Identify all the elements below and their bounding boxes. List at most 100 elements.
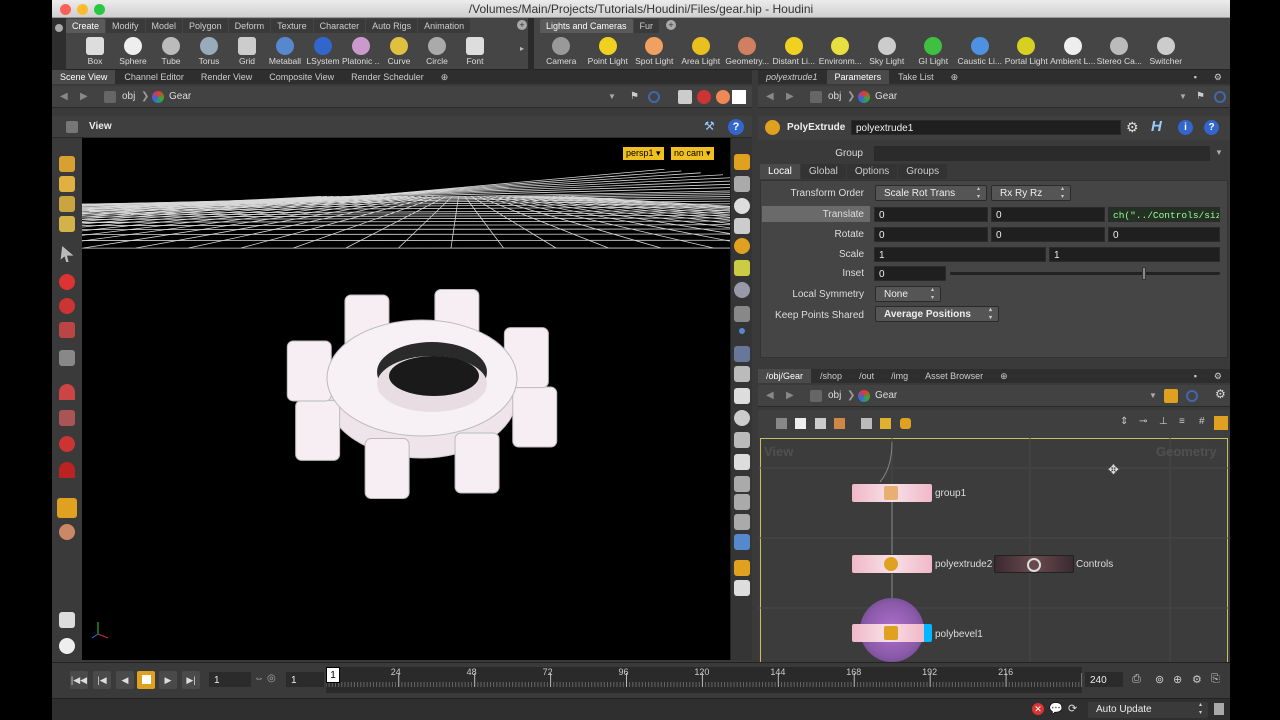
shading-icon[interactable] bbox=[734, 198, 750, 214]
keyframe-icon[interactable]: ⊚ bbox=[1155, 673, 1164, 686]
backface-icon[interactable] bbox=[734, 410, 750, 426]
inset-slider-thumb[interactable] bbox=[1141, 267, 1146, 280]
performance-icon[interactable] bbox=[1214, 703, 1224, 715]
add-shelf-tab-icon-2[interactable]: + bbox=[666, 20, 676, 30]
timeline-track[interactable]: 24 48 72 96 120 144 168 192 216 1 bbox=[325, 667, 1083, 693]
add-pane-tab-icon[interactable]: ⊕ bbox=[433, 70, 457, 84]
select-edges-icon[interactable] bbox=[59, 216, 75, 232]
net-path-node[interactable]: Gear bbox=[875, 389, 897, 403]
network-editor[interactable]: View Geometry ✥ group1 polyextrude2 Cont… bbox=[758, 438, 1230, 662]
stop-button[interactable] bbox=[137, 671, 155, 689]
tool-box[interactable]: Box bbox=[76, 35, 114, 69]
scope-icon[interactable]: ⚙ bbox=[1192, 673, 1202, 686]
scale-tool-icon[interactable] bbox=[59, 322, 75, 338]
transform-order-menu[interactable]: Scale Rot Trans bbox=[875, 185, 987, 201]
snapshot-icon[interactable] bbox=[734, 454, 750, 470]
tool-circle[interactable]: Circle bbox=[418, 35, 456, 69]
tool-distant-li[interactable]: Distant Li... bbox=[771, 35, 818, 69]
pane-maximize-icon[interactable]: ▪ bbox=[1186, 369, 1205, 383]
net-list-view-icon[interactable]: ≡ bbox=[1179, 416, 1185, 427]
net-snap-icon[interactable] bbox=[1214, 416, 1228, 430]
params-forward-icon[interactable]: ▶ bbox=[786, 90, 794, 104]
audio-icon[interactable]: ⎙ bbox=[1132, 673, 1141, 686]
info-icon[interactable]: i bbox=[1178, 120, 1193, 135]
tool-geometry[interactable]: Geometry... bbox=[724, 35, 771, 69]
net-align-icon[interactable]: ⊸ bbox=[1139, 416, 1147, 427]
tool-caustic-li[interactable]: Caustic Li... bbox=[957, 35, 1004, 69]
params-back-icon[interactable]: ◀ bbox=[766, 90, 774, 104]
add-shelf-tab-icon[interactable]: + bbox=[517, 20, 527, 30]
tool-torus[interactable]: Torus bbox=[190, 35, 228, 69]
frame-range-icon[interactable]: ⇔ bbox=[254, 673, 264, 684]
guides-icon[interactable] bbox=[734, 388, 750, 404]
pane-tab-img[interactable]: /img bbox=[883, 369, 916, 383]
view-menu-icon[interactable] bbox=[66, 121, 78, 133]
start-frame-field[interactable]: 1 bbox=[286, 672, 324, 687]
pane-tab-channel-editor[interactable]: Channel Editor bbox=[116, 70, 192, 84]
net-folder-icon[interactable] bbox=[900, 418, 911, 429]
shelf-tab-auto-rigs[interactable]: Auto Rigs bbox=[366, 19, 418, 33]
snap-icon[interactable]: ⚒ bbox=[704, 119, 715, 133]
close-window-button[interactable] bbox=[60, 4, 71, 15]
view-tool-icon[interactable] bbox=[57, 498, 77, 518]
scale-x-field[interactable]: 1 bbox=[874, 247, 1046, 262]
net-back-icon[interactable]: ◀ bbox=[766, 389, 774, 403]
path-dropdown-icon[interactable]: ▼ bbox=[608, 90, 616, 104]
select-points-icon[interactable] bbox=[59, 196, 75, 212]
play-reverse-button[interactable]: ◀ bbox=[116, 671, 134, 689]
normals-icon[interactable] bbox=[734, 306, 750, 322]
sphere-display-icon[interactable] bbox=[734, 282, 750, 298]
tool-area-light[interactable]: Area Light bbox=[678, 35, 725, 69]
tool-environm[interactable]: Environm... bbox=[817, 35, 864, 69]
param-subtab-local[interactable]: Local bbox=[760, 164, 800, 179]
tool-ambient-l[interactable]: Ambient L... bbox=[1050, 35, 1097, 69]
minimize-window-button[interactable] bbox=[77, 4, 88, 15]
houdini-h-icon[interactable]: H bbox=[1151, 118, 1162, 135]
step-back-key-button[interactable]: |◀ bbox=[93, 671, 111, 689]
params-help-icon[interactable]: ? bbox=[1204, 120, 1219, 135]
timeline-options-icon[interactable]: ⎘ bbox=[1211, 673, 1220, 686]
net-path-dropdown-icon[interactable]: ▼ bbox=[1149, 389, 1157, 403]
path-root[interactable]: obj bbox=[122, 90, 135, 104]
play-button[interactable]: ▶ bbox=[159, 671, 177, 689]
net-grid-view-icon[interactable]: # bbox=[1199, 416, 1205, 427]
node-polybevel1[interactable] bbox=[852, 624, 932, 642]
numbers-icon[interactable] bbox=[734, 366, 750, 382]
keep-points-shared-menu[interactable]: Average Positions bbox=[875, 306, 999, 322]
node-polyextrude2[interactable] bbox=[852, 555, 932, 573]
display-options-icon[interactable] bbox=[59, 638, 75, 654]
translate-z-field[interactable]: ch("../Controls/siz bbox=[1108, 207, 1220, 222]
stow-tool-icon[interactable] bbox=[59, 612, 75, 628]
tool-platonic[interactable]: Platonic ... bbox=[342, 35, 380, 69]
tool-metaball[interactable]: Metaball bbox=[266, 35, 304, 69]
tool-grid[interactable]: Grid bbox=[228, 35, 266, 69]
local-symmetry-menu[interactable]: None bbox=[875, 286, 941, 302]
net-tree-icon[interactable]: ⊥ bbox=[1159, 416, 1168, 427]
shelf-tab-polygon[interactable]: Polygon bbox=[183, 19, 228, 33]
realtime-icon[interactable]: ◎ bbox=[267, 673, 276, 684]
wireframe-toggle-icon[interactable] bbox=[734, 154, 750, 170]
link-icon[interactable] bbox=[648, 91, 660, 103]
picture-icon[interactable] bbox=[734, 534, 750, 550]
scene-viewport[interactable]: persp1 ▾ no cam ▾ bbox=[82, 138, 730, 660]
add-pane-tab-icon[interactable]: ⊕ bbox=[992, 369, 1016, 383]
shelf-tab-texture[interactable]: Texture bbox=[271, 19, 313, 33]
net-pin-icon[interactable] bbox=[1164, 389, 1178, 403]
zoom-window-button[interactable] bbox=[94, 4, 105, 15]
magnet-tool-icon[interactable] bbox=[59, 410, 75, 426]
inset-slider[interactable] bbox=[950, 267, 1220, 280]
handle-tool-icon[interactable] bbox=[59, 350, 75, 366]
pane-tab-obj-gear[interactable]: /obj/Gear bbox=[758, 369, 812, 383]
pane-tab-asset-browser[interactable]: Asset Browser bbox=[917, 369, 991, 383]
error-icon[interactable]: ✕ bbox=[1032, 703, 1044, 715]
net-link-icon[interactable] bbox=[1186, 390, 1198, 402]
templates-icon[interactable] bbox=[734, 432, 750, 448]
translate-x-field[interactable]: 0 bbox=[874, 207, 988, 222]
param-subtab-global[interactable]: Global bbox=[800, 164, 846, 179]
pane-tab-parameters[interactable]: Parameters bbox=[826, 70, 890, 84]
camera-tool-icon[interactable] bbox=[59, 524, 75, 540]
end-frame-field[interactable]: 240 bbox=[1085, 672, 1123, 687]
tool-font[interactable]: Font bbox=[456, 35, 494, 69]
tool-gi-light[interactable]: GI Light bbox=[910, 35, 957, 69]
pointer-arrow-icon[interactable] bbox=[60, 246, 74, 262]
